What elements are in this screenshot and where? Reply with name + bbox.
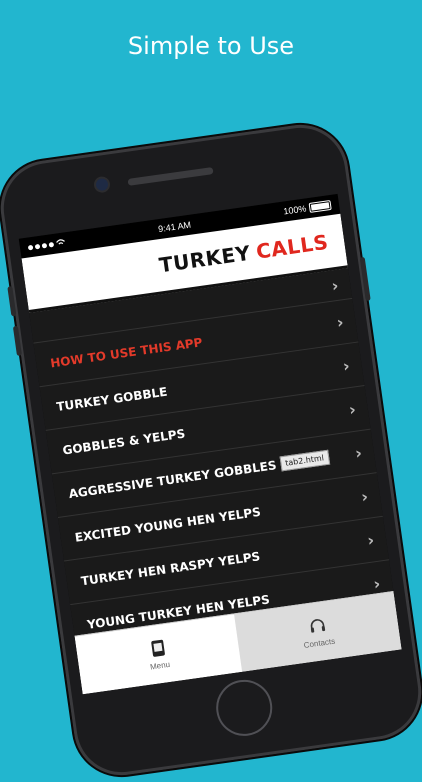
chevron-right-icon: ›	[353, 443, 364, 463]
logo-word-calls: CALLS	[254, 229, 330, 264]
chevron-right-icon: ›	[335, 312, 345, 333]
chevron-right-icon: ›	[360, 486, 370, 507]
signal-icon	[27, 238, 66, 251]
chevron-right-icon: ›	[372, 573, 382, 594]
wifi-icon	[56, 239, 65, 245]
menu-item-label: GOBBLES & YELPS	[61, 426, 186, 458]
menu-item-label: HOW TO USE THIS APP	[49, 334, 204, 370]
chevron-right-icon: ›	[330, 275, 340, 296]
menu-item-label: TURKEY GOBBLE	[55, 384, 169, 414]
link-tooltip: tab2.html	[279, 449, 330, 472]
phone-menu-icon	[147, 638, 167, 658]
status-time: 9:41 AM	[157, 219, 192, 235]
chevron-right-icon: ›	[347, 399, 358, 420]
headset-icon	[307, 615, 327, 635]
tab-contacts-label: Contacts	[303, 636, 336, 650]
headline: Simple to Use	[127, 32, 295, 60]
battery-icon	[308, 199, 332, 213]
tab-menu-label: Menu	[149, 659, 171, 672]
phone-mockup: 9:41 AM 100% TURKEY CALLS › HOW TO USE TH…	[0, 118, 422, 782]
chevron-right-icon: ›	[341, 355, 351, 376]
chevron-right-icon: ›	[366, 530, 376, 551]
menu-list: › HOW TO USE THIS APP › TURKEY GOBBLE › …	[29, 268, 396, 649]
logo-word-turkey: TURKEY	[157, 240, 253, 278]
battery-indicator: 100%	[282, 199, 332, 217]
battery-percent: 100%	[282, 203, 307, 217]
app-screen: 9:41 AM 100% TURKEY CALLS › HOW TO USE TH…	[18, 193, 402, 695]
app-logo: TURKEY CALLS	[158, 230, 330, 277]
